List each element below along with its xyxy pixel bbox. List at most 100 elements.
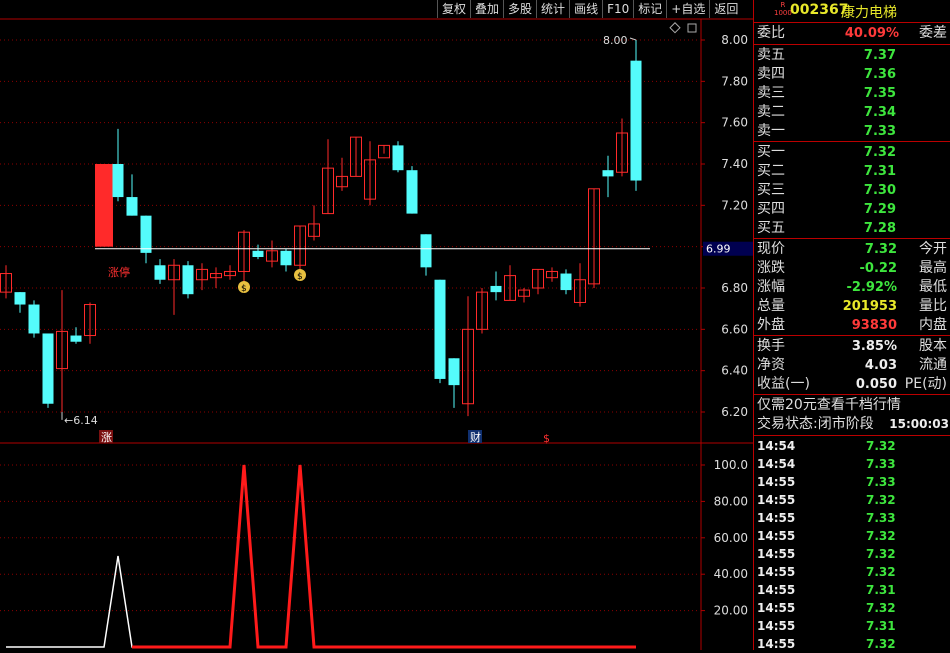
tick-price: 7.32 (866, 601, 896, 615)
indicator-tick: 60.00 (714, 531, 748, 545)
tick-time: 14:55 (757, 511, 796, 525)
weibi-label: 委比 (757, 25, 785, 41)
toolbar-item-5[interactable]: F10 (602, 0, 633, 18)
diamond-icon (669, 22, 681, 34)
tick-time: 14:54 (757, 439, 796, 453)
toolbar-item-3[interactable]: 统计 (536, 0, 569, 18)
toolbar-item-4[interactable]: 画线 (569, 0, 602, 18)
tick-row: 14:55 7.33 (754, 473, 950, 491)
order-label: 总量 (757, 298, 785, 314)
tick-price: 7.33 (866, 511, 896, 525)
order-label: 买二 (757, 163, 785, 179)
order-row: 买一 7.32 (754, 143, 950, 162)
order-row: 卖四 7.36 (754, 65, 950, 84)
order-row: 买五 7.28 (754, 219, 950, 238)
tick-price: 7.32 (866, 529, 896, 543)
order-label: 卖五 (757, 47, 785, 63)
toolbar-item-1[interactable]: 叠加 (470, 0, 503, 18)
order-label: 买一 (757, 144, 785, 160)
order-label: 卖一 (757, 123, 785, 139)
tick-price: 7.32 (866, 493, 896, 507)
candle-body (140, 215, 152, 253)
money-marker: $ (543, 432, 550, 445)
candle-body (95, 164, 113, 247)
trade-state-row: 交易状态:闭市阶段 15:00:03 (754, 415, 950, 434)
order-label: 买三 (757, 182, 785, 198)
order-price: 7.31 (863, 164, 896, 179)
stat2-label2: 股本 (919, 338, 947, 354)
tick-time: 14:55 (757, 583, 796, 597)
tick-price: 7.32 (866, 637, 896, 651)
candle-body (434, 279, 446, 379)
order-label: 涨幅 (757, 279, 785, 295)
weibi-value: 40.09% (844, 26, 899, 41)
tick-row: 14:55 7.32 (754, 599, 950, 617)
order-price: 0.050 (855, 377, 897, 392)
tick-time: 14:55 (757, 619, 796, 633)
stat-row: 涨幅 -2.92% 最低 (754, 278, 950, 297)
high-label: 8.00 (603, 34, 628, 47)
candle-body (420, 234, 432, 268)
badge-top: R (780, 1, 786, 9)
tick-time: 14:55 (757, 547, 796, 561)
toolbar-item-7[interactable]: +自选 (666, 0, 709, 18)
chart-area[interactable]: 8.00 7.80 7.60 7.40 7.20 6.80 6.60 6.40 6.20 100.… (0, 0, 753, 650)
order-row: 卖一 7.33 (754, 122, 950, 141)
toolbar: 复权 叠加 多股 统计 画线 F10 标记 +自选 返回 (437, 0, 742, 19)
tick-time: 14:55 (757, 529, 796, 543)
tick-row: 14:55 7.32 (754, 635, 950, 653)
limit-up-label: 涨停 (108, 265, 130, 279)
order-row: 卖五 7.37 (754, 46, 950, 65)
toolbar-item-2[interactable]: 多股 (503, 0, 536, 18)
candle-body (182, 265, 194, 295)
order-price: 7.29 (863, 202, 896, 217)
order-label: 换手 (757, 338, 785, 354)
stat-row: 现价 7.32 今开 (754, 240, 950, 259)
order-price: 7.34 (863, 105, 896, 120)
order-price: 3.85% (851, 339, 897, 354)
stat2-label2: PE(动) (904, 376, 947, 392)
stock-name: 康力电梯 (841, 5, 897, 21)
toolbar-item-6[interactable]: 标记 (633, 0, 666, 18)
candle-body (448, 358, 460, 386)
price-tick: 7.20 (721, 198, 748, 212)
money-bag-glyph: $ (241, 284, 247, 294)
order-price: 4.03 (864, 358, 897, 373)
candle-body (392, 145, 404, 171)
order-label: 净资 (757, 357, 785, 373)
price-tick: 6.40 (721, 364, 748, 378)
tick-price: 7.33 (866, 475, 896, 489)
candle-body (112, 164, 124, 198)
candle-body (154, 265, 166, 280)
tick-time: 14:55 (757, 637, 796, 651)
cai-marker: 财 (470, 430, 481, 444)
candle-body (42, 333, 54, 404)
zhang-marker: 涨 (101, 431, 112, 444)
tick-price: 7.32 (866, 547, 896, 561)
weicha-label: 委差 (919, 25, 947, 41)
order-price: 7.28 (863, 221, 896, 236)
candle-body (602, 170, 614, 177)
tick-row: 14:55 7.32 (754, 491, 950, 509)
kline-chart[interactable]: 8.00 7.80 7.60 7.40 7.20 6.80 6.60 6.40 6.20 100.… (0, 0, 753, 650)
promo-link[interactable]: 仅需20元查看千档行情 (757, 396, 901, 415)
order-row: 买二 7.31 (754, 162, 950, 181)
order-row: 买三 7.30 (754, 181, 950, 200)
order-label: 收益(一) (757, 376, 810, 392)
square-icon (687, 23, 697, 33)
tick-time: 14:54 (757, 457, 796, 471)
order-label: 卖二 (757, 104, 785, 120)
toolbar-item-0[interactable]: 复权 (437, 0, 470, 18)
price-tick: 8.00 (721, 33, 748, 47)
candle-body (280, 250, 292, 266)
promo-row[interactable]: 仅需20元查看千档行情 (754, 396, 950, 415)
stock-header: R 1000 002367 康力电梯 (754, 1, 950, 21)
order-label: 现价 (757, 241, 785, 257)
order-label: 买四 (757, 201, 785, 217)
toolbar-item-8[interactable]: 返回 (709, 0, 742, 18)
trade-state-time: 15:00:03 (889, 417, 949, 431)
indicator-tick: 40.00 (714, 567, 748, 581)
order-row: 买四 7.29 (754, 200, 950, 219)
tick-row: 14:55 7.32 (754, 527, 950, 545)
stat2-row: 换手 3.85% 股本 (754, 337, 950, 356)
